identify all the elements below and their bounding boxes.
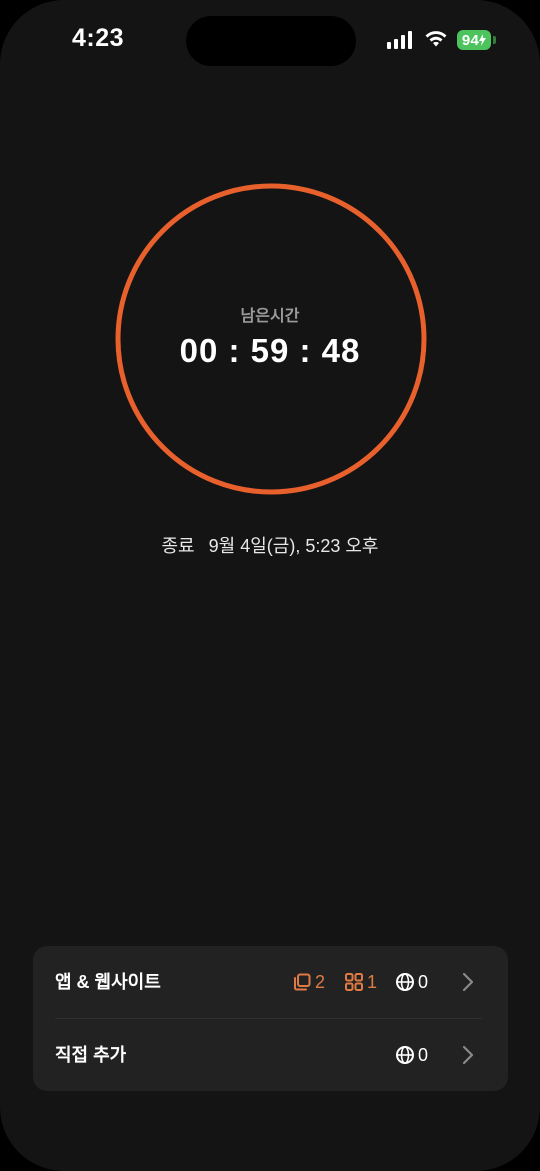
manual-website-count: 0 (395, 1019, 428, 1091)
end-time-value: 9월 4일(금), 5:23 오후 (208, 536, 379, 556)
blocklist-card: 앱 & 웹사이트 2 1 0 직접 추가 0 (33, 946, 508, 1091)
website-count-value: 0 (418, 971, 429, 992)
wifi-icon (425, 31, 447, 47)
apps-websites-label: 앱 & 웹사이트 (55, 972, 161, 992)
manual-website-count-value: 0 (418, 1044, 429, 1065)
status-time: 4:23 (72, 24, 125, 52)
battery-level: 94 (461, 31, 480, 49)
app-count-value: 1 (367, 971, 378, 992)
category-icon (294, 973, 311, 991)
remaining-time-label: 남은시간 (240, 308, 300, 325)
end-label: 종료 (161, 536, 195, 556)
category-count: 2 (292, 946, 325, 1018)
battery-tip (493, 36, 496, 44)
chevron-right-icon (462, 1045, 474, 1065)
status-bar: 4:23 94 (0, 0, 540, 80)
category-count-value: 2 (315, 971, 326, 992)
app-count: 1 (344, 946, 377, 1018)
end-time-row: 종료 9월 4일(금), 5:23 오후 (0, 532, 540, 558)
charging-bolt-icon (479, 34, 487, 46)
manual-add-label: 직접 추가 (55, 1045, 127, 1065)
battery-icon: 94 (457, 30, 491, 50)
manual-add-row[interactable]: 직접 추가 0 (33, 1019, 508, 1091)
chevron-right-icon (462, 972, 474, 992)
app-grid-icon (345, 973, 363, 991)
countdown-timer: 00 : 59 : 48 (179, 332, 361, 369)
apps-websites-row[interactable]: 앱 & 웹사이트 2 1 0 (33, 946, 508, 1018)
dynamic-island (186, 16, 356, 66)
website-count: 0 (395, 946, 428, 1018)
cellular-signal-icon (387, 31, 413, 49)
globe-icon (396, 1046, 414, 1064)
phone-screen: 4:23 94 남은시간 00 : 59 : 48 종료 9월 4일(금), 5:… (0, 0, 540, 1171)
globe-icon (396, 973, 414, 991)
